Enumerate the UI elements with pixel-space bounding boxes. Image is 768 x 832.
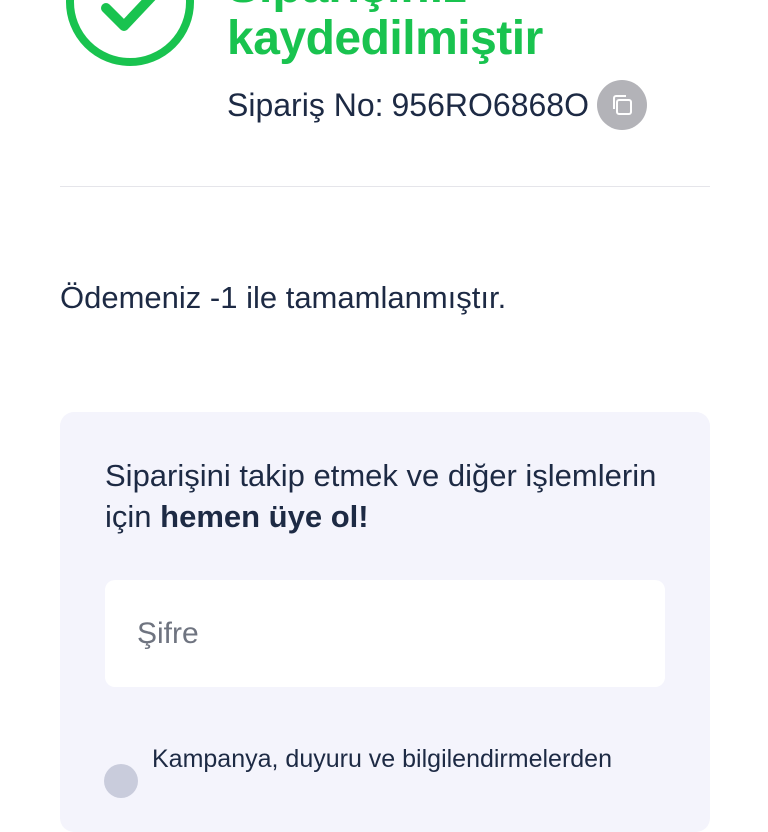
signup-prompt: Siparişini takip etmek ve diğer işlemler… [105, 455, 665, 537]
copy-icon [612, 95, 632, 115]
password-field[interactable] [105, 580, 665, 687]
payment-status-text: Ödemeniz -1 ile tamamlanmıştır. [60, 280, 507, 315]
copy-order-number-button[interactable] [596, 80, 647, 130]
consent-checkbox[interactable] [104, 764, 138, 798]
signup-prompt-bold: hemen üye ol! [160, 499, 369, 534]
consent-label: Kampanya, duyuru ve bilgilendirmelerden [152, 745, 612, 773]
divider [60, 186, 710, 187]
success-check-icon [66, 0, 194, 66]
order-number-label: Sipariş No: [227, 86, 384, 123]
checkmark-icon [101, 0, 156, 31]
order-number-row: Sipariş No: 956RO6868O [227, 80, 647, 130]
page-title-line2: kaydedilmiştir [227, 12, 543, 65]
order-number-value: 956RO6868O [391, 86, 589, 123]
